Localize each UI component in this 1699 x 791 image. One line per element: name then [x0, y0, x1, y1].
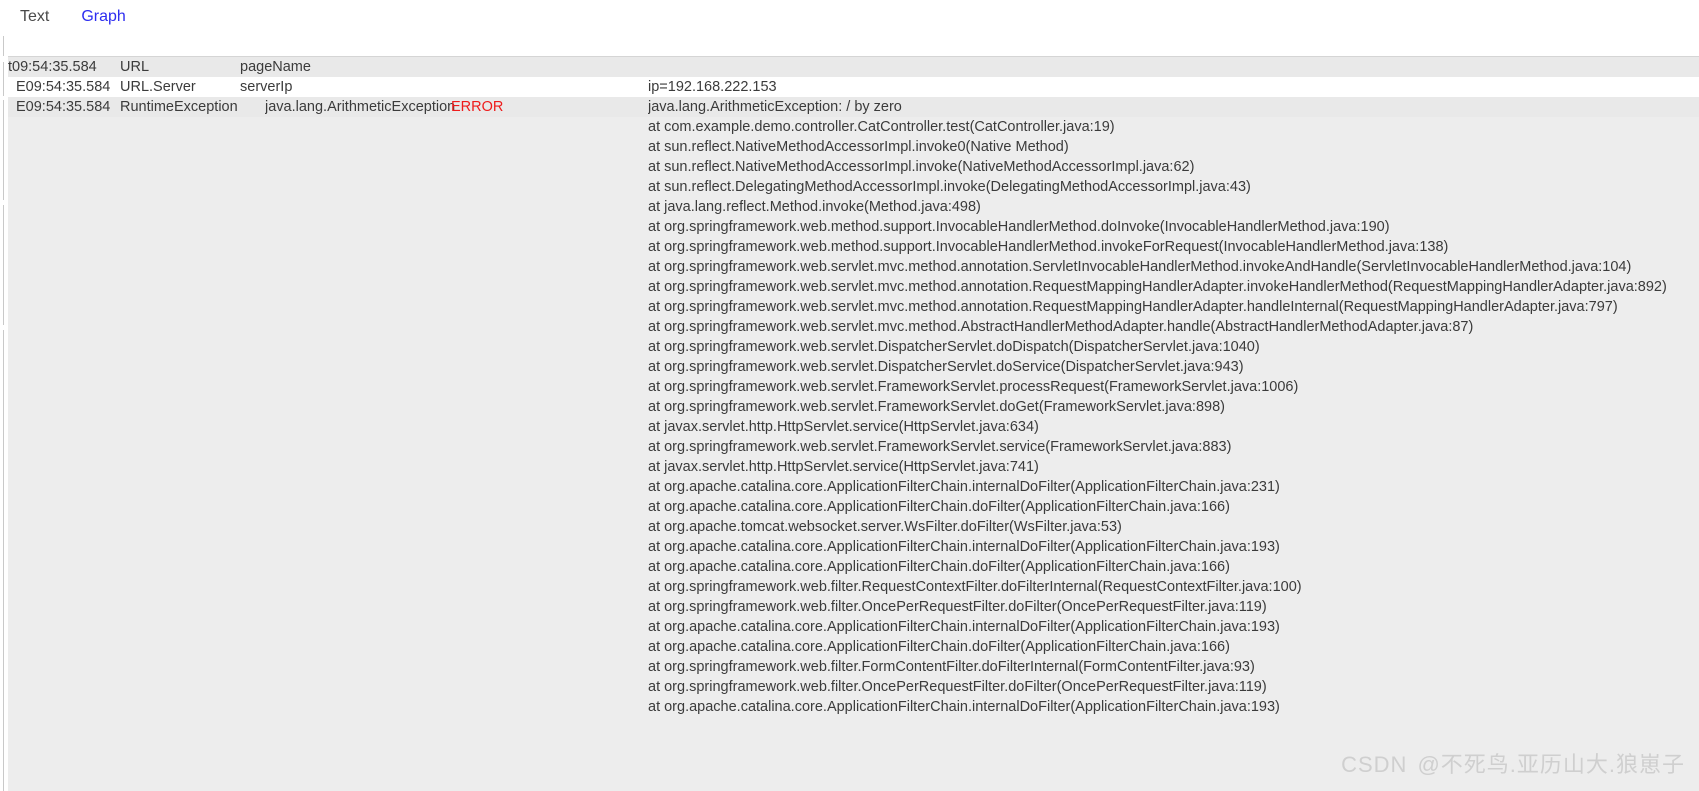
tab-graph[interactable]: Graph [79, 0, 127, 34]
stacktrace-row[interactable]: at sun.reflect.DelegatingMethodAccessorI… [8, 177, 1699, 197]
stacktrace-line: at org.apache.catalina.core.ApplicationF… [648, 479, 1280, 495]
stacktrace-row[interactable]: at org.apache.catalina.core.ApplicationF… [8, 497, 1699, 517]
stacktrace-line: at org.springframework.web.servlet.mvc.m… [648, 259, 1632, 275]
gutter-rail-segment [3, 100, 4, 200]
stacktrace-row[interactable]: at org.springframework.web.servlet.mvc.m… [8, 297, 1699, 317]
stacktrace-line: at org.springframework.web.servlet.Frame… [648, 399, 1225, 415]
stacktrace-row[interactable]: at org.springframework.web.method.suppor… [8, 237, 1699, 257]
stacktrace-line: at org.springframework.web.filter.OncePe… [648, 679, 1267, 695]
table-row[interactable]: E09:54:35.584 RuntimeException java.lang… [8, 97, 1699, 117]
gutter-rail-segment [3, 36, 4, 56]
table-row[interactable]: t09:54:35.584 URL pageName [8, 57, 1699, 77]
status-badge-error: ERROR [451, 99, 504, 115]
stacktrace-row[interactable]: at org.springframework.web.servlet.Frame… [8, 397, 1699, 417]
table-row[interactable]: E09:54:35.584 URL.Server serverIp ip=192… [8, 77, 1699, 97]
row-timestamp: E09:54:35.584 [16, 99, 111, 115]
stacktrace-row[interactable]: at org.springframework.web.filter.OncePe… [8, 677, 1699, 697]
stacktrace-line: at org.springframework.web.servlet.mvc.m… [648, 319, 1474, 335]
row-field-serverip: serverIp [240, 79, 293, 95]
stacktrace-row[interactable]: at org.apache.catalina.core.ApplicationF… [8, 477, 1699, 497]
stacktrace-line: at org.springframework.web.method.suppor… [648, 219, 1390, 235]
stacktrace-line: at org.apache.catalina.core.ApplicationF… [648, 539, 1280, 555]
stacktrace-line: at sun.reflect.NativeMethodAccessorImpl.… [648, 139, 1069, 155]
tab-text[interactable]: Text [18, 0, 51, 34]
stacktrace-row[interactable]: at org.springframework.web.servlet.Frame… [8, 437, 1699, 457]
stacktrace-line: at sun.reflect.DelegatingMethodAccessorI… [648, 179, 1251, 195]
stacktrace-row[interactable]: at sun.reflect.NativeMethodAccessorImpl.… [8, 137, 1699, 157]
stacktrace-row[interactable]: at org.apache.catalina.core.ApplicationF… [8, 537, 1699, 557]
stacktrace-row[interactable]: at org.springframework.web.method.suppor… [8, 217, 1699, 237]
stacktrace-row[interactable]: at org.apache.catalina.core.ApplicationF… [8, 637, 1699, 657]
log-viewer-window: Text Graph t09:54:35.584 URL pageName E09… [0, 0, 1699, 791]
stacktrace-row[interactable]: at org.apache.catalina.core.ApplicationF… [8, 557, 1699, 577]
stacktrace-line: at org.springframework.web.servlet.Frame… [648, 439, 1232, 455]
view-mode-tabbar: Text Graph [0, 0, 1699, 56]
row-message: java.lang.ArithmeticException: / by zero [648, 99, 902, 115]
stacktrace-line: at sun.reflect.NativeMethodAccessorImpl.… [648, 159, 1195, 175]
stacktrace-row[interactable]: at org.springframework.web.filter.Reques… [8, 577, 1699, 597]
stacktrace-line: at java.lang.reflect.Method.invoke(Metho… [648, 199, 981, 215]
stacktrace-row[interactable]: at org.springframework.web.filter.FormCo… [8, 657, 1699, 677]
row-field-pagename: pageName [240, 59, 311, 75]
stacktrace-row[interactable]: at sun.reflect.NativeMethodAccessorImpl.… [8, 157, 1699, 177]
stacktrace-line: at org.springframework.web.filter.Reques… [648, 579, 1302, 595]
stacktrace-line: at org.apache.catalina.core.ApplicationF… [648, 499, 1230, 515]
gutter-rail-segment [3, 62, 4, 96]
row-field-exception-class: java.lang.ArithmeticException [265, 99, 456, 115]
stacktrace-row[interactable]: at com.example.demo.controller.CatContro… [8, 117, 1699, 137]
row-field-url-server: URL.Server [120, 79, 196, 95]
stacktrace-line: at org.springframework.web.servlet.mvc.m… [648, 299, 1618, 315]
stacktrace-line: at org.apache.catalina.core.ApplicationF… [648, 699, 1280, 715]
stacktrace-row[interactable]: at org.springframework.web.servlet.mvc.m… [8, 317, 1699, 337]
stacktrace-line: at org.springframework.web.filter.OncePe… [648, 599, 1267, 615]
row-timestamp: t09:54:35.584 [8, 59, 97, 75]
gutter-rail-segment [3, 330, 4, 791]
stacktrace-line: at com.example.demo.controller.CatContro… [648, 119, 1115, 135]
stacktrace-row[interactable]: at org.apache.tomcat.websocket.server.Ws… [8, 517, 1699, 537]
stacktrace-row[interactable]: at org.springframework.web.servlet.Dispa… [8, 357, 1699, 377]
stacktrace-line: at org.springframework.web.servlet.Dispa… [648, 359, 1244, 375]
stacktrace-line: at javax.servlet.http.HttpServlet.servic… [648, 459, 1039, 475]
row-message: ip=192.168.222.153 [648, 79, 777, 95]
stacktrace-row[interactable]: at javax.servlet.http.HttpServlet.servic… [8, 417, 1699, 437]
stacktrace-row[interactable]: at org.springframework.web.servlet.Frame… [8, 377, 1699, 397]
stacktrace-line: at org.apache.catalina.core.ApplicationF… [648, 639, 1230, 655]
stacktrace-line: at org.springframework.web.servlet.mvc.m… [648, 279, 1667, 295]
row-field-url: URL [120, 59, 150, 75]
stacktrace-row[interactable]: at org.springframework.web.servlet.mvc.m… [8, 257, 1699, 277]
log-table[interactable]: t09:54:35.584 URL pageName E09:54:35.584… [8, 56, 1699, 791]
row-field-exception-type: RuntimeException [120, 99, 238, 115]
stacktrace-line: at org.springframework.web.servlet.Dispa… [648, 339, 1260, 355]
row-timestamp: E09:54:35.584 [16, 79, 111, 95]
stacktrace-line: at org.springframework.web.method.suppor… [648, 239, 1449, 255]
stacktrace-line: at org.apache.catalina.core.ApplicationF… [648, 559, 1230, 575]
stacktrace-row[interactable]: at javax.servlet.http.HttpServlet.servic… [8, 457, 1699, 477]
gutter-rail-segment [3, 205, 4, 325]
stacktrace-line: at javax.servlet.http.HttpServlet.servic… [648, 419, 1039, 435]
left-gutter [0, 0, 8, 791]
stacktrace-line: at org.springframework.web.servlet.Frame… [648, 379, 1299, 395]
stacktrace-row[interactable]: at org.springframework.web.servlet.mvc.m… [8, 277, 1699, 297]
stacktrace-row[interactable]: at org.springframework.web.servlet.Dispa… [8, 337, 1699, 357]
stacktrace-line: at org.apache.catalina.core.ApplicationF… [648, 619, 1280, 635]
stacktrace-line: at org.springframework.web.filter.FormCo… [648, 659, 1255, 675]
stacktrace-row[interactable]: at java.lang.reflect.Method.invoke(Metho… [8, 197, 1699, 217]
stacktrace-row[interactable]: at org.springframework.web.filter.OncePe… [8, 597, 1699, 617]
stacktrace-line: at org.apache.tomcat.websocket.server.Ws… [648, 519, 1122, 535]
stacktrace-list: at com.example.demo.controller.CatContro… [8, 117, 1699, 717]
stacktrace-row[interactable]: at org.apache.catalina.core.ApplicationF… [8, 697, 1699, 717]
stacktrace-row[interactable]: at org.apache.catalina.core.ApplicationF… [8, 617, 1699, 637]
